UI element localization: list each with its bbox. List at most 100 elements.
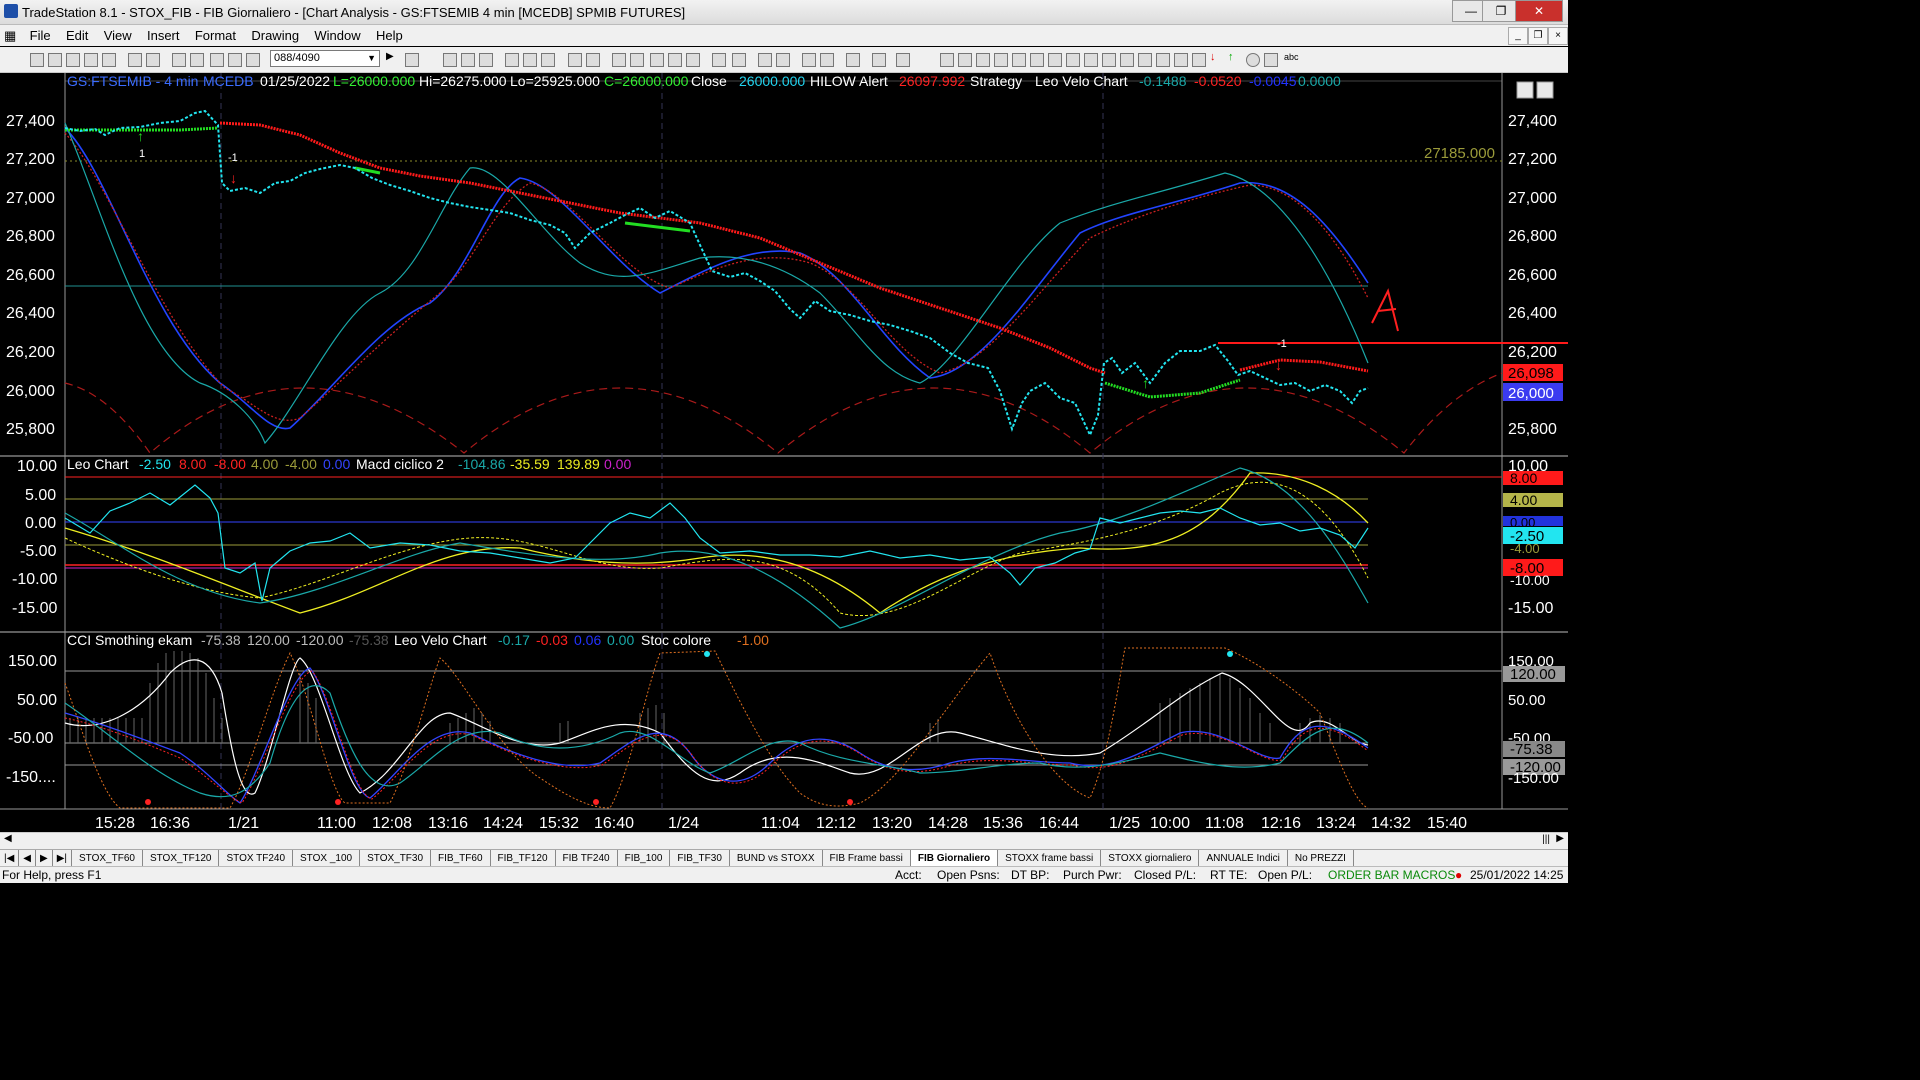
pencil-icon[interactable] (1174, 53, 1188, 67)
tab-no-prezzi[interactable]: No PREZZI (1288, 850, 1354, 867)
line-chart-icon[interactable] (686, 53, 700, 67)
tab-stox-100[interactable]: STOX _100 (293, 850, 361, 867)
open-icon[interactable] (48, 53, 62, 67)
ellipse-icon[interactable] (1246, 53, 1260, 67)
candle-icon[interactable] (668, 53, 682, 67)
text-icon[interactable]: abc (1284, 52, 1299, 64)
order-icon[interactable] (872, 53, 886, 67)
mdi-restore-button[interactable]: ❐ (1528, 27, 1548, 45)
globe-icon[interactable] (246, 53, 260, 67)
chart-restore-button[interactable] (1536, 81, 1554, 99)
menu-view[interactable]: View (98, 25, 138, 46)
status-macros[interactable]: ORDER BAR MACROS (1328, 868, 1455, 882)
help-icon[interactable] (896, 53, 910, 67)
tab-stox-tf30[interactable]: STOX_TF30 (360, 850, 432, 867)
cycle-icon[interactable] (1156, 53, 1170, 67)
mdi-minimize-button[interactable]: _ (1508, 27, 1528, 45)
scroll-left-icon[interactable]: ◀ (4, 833, 12, 844)
lock-icon[interactable] (210, 53, 224, 67)
rectangle-icon[interactable] (1264, 53, 1278, 67)
insert-icon[interactable] (541, 53, 555, 67)
tab-fib-frame-bassi[interactable]: FIB Frame bassi (823, 850, 911, 867)
tab-fib-tf120[interactable]: FIB_TF120 (491, 850, 556, 867)
gann-icon[interactable] (1030, 53, 1044, 67)
symbol-combo[interactable]: 088/4090 ▼ (270, 50, 380, 67)
strategy-icon[interactable] (523, 53, 537, 67)
chart-analysis-icon[interactable] (443, 53, 457, 67)
print2-icon[interactable] (228, 53, 242, 67)
window-icon[interactable] (586, 53, 600, 67)
zoom-in-icon[interactable] (758, 53, 772, 67)
save-icon[interactable] (84, 53, 98, 67)
scroll-thumb[interactable]: ||| (1542, 834, 1550, 845)
chart-minimize-button[interactable] (1516, 81, 1534, 99)
horizontal-scrollbar[interactable]: ◀ ||| ▶ (0, 832, 1568, 850)
arrow-down-icon[interactable]: ↓ (1210, 51, 1222, 63)
scan-icon[interactable] (612, 53, 626, 67)
menu-window[interactable]: Window (308, 25, 366, 46)
open-workspace-icon[interactable] (66, 53, 80, 67)
radar-icon[interactable] (479, 53, 493, 67)
print-preview-icon[interactable] (146, 53, 160, 67)
menu-edit[interactable]: Edit (60, 25, 94, 46)
chart-area[interactable]: GS:FTSEMIB - 4 min MCEDB 01/25/2022 L=26… (0, 73, 1568, 832)
trendline-icon[interactable] (940, 53, 954, 67)
tab-nav-last-icon[interactable]: ▶| (53, 850, 72, 867)
menu-insert[interactable]: Insert (141, 25, 186, 46)
tab-fib-giornaliero[interactable]: FIB Giornaliero (910, 850, 999, 867)
tab-nav-next-icon[interactable]: ▶ (36, 850, 53, 867)
tab-fib-tf30[interactable]: FIB_TF30 (670, 850, 730, 867)
tab-stoxx-frame-bassi[interactable]: STOXX frame bassi (998, 850, 1102, 867)
tile-icon[interactable] (190, 53, 204, 67)
menu-help[interactable]: Help (370, 25, 409, 46)
menu-format[interactable]: Format (189, 25, 242, 46)
tab-fib-tf240[interactable]: FIB TF240 (556, 850, 618, 867)
menu-drawing[interactable]: Drawing (245, 25, 305, 46)
new-icon[interactable] (30, 53, 44, 67)
arrow-up-icon[interactable]: ↑ (1228, 51, 1240, 63)
pitchfork-icon[interactable] (1048, 53, 1062, 67)
close-button[interactable]: ✕ (1515, 0, 1563, 22)
arc-icon[interactable] (1138, 53, 1152, 67)
channel-icon[interactable] (994, 53, 1008, 67)
vline-icon[interactable] (976, 53, 990, 67)
find-icon[interactable] (405, 53, 419, 67)
arrow-lr-icon[interactable] (1102, 53, 1116, 67)
mdi-close-button[interactable]: × (1548, 27, 1568, 45)
menu-file[interactable]: File (24, 25, 57, 46)
tab-stox-tf120[interactable]: STOX_TF120 (143, 850, 220, 867)
data-icon[interactable] (630, 53, 644, 67)
bar-chart-icon[interactable] (650, 53, 664, 67)
print-icon[interactable] (128, 53, 142, 67)
chart-doc-icon[interactable]: ▦ (0, 26, 20, 46)
fib-icon[interactable] (1012, 53, 1026, 67)
curve-icon[interactable] (1192, 53, 1206, 67)
format-icon[interactable] (568, 53, 582, 67)
tab-nav-prev-icon[interactable]: ◀ (19, 850, 36, 867)
play-icon[interactable]: ▶ (386, 51, 398, 63)
tab-bund-vs-stoxx[interactable]: BUND vs STOXX (730, 850, 823, 867)
save-all-icon[interactable] (102, 53, 116, 67)
pointer-icon[interactable] (802, 53, 816, 67)
zoom-out-icon[interactable] (776, 53, 790, 67)
time-axis-label: 13:20 (872, 815, 912, 832)
speedline-icon[interactable] (1066, 53, 1080, 67)
tab-fib-tf60[interactable]: FIB_TF60 (431, 850, 491, 867)
tab-stoxx-giornaliero[interactable]: STOXX giornaliero (1101, 850, 1200, 867)
scroll-right-icon[interactable]: ▶ (1556, 833, 1564, 844)
hline-icon[interactable] (958, 53, 972, 67)
zoom-expand-icon[interactable] (712, 53, 726, 67)
regression-icon[interactable] (1084, 53, 1098, 67)
tools-icon[interactable] (846, 53, 860, 67)
tab-fib-100[interactable]: FIB_100 (618, 850, 671, 867)
tab-stox-tf240[interactable]: STOX TF240 (219, 850, 294, 867)
matrix-icon[interactable] (461, 53, 475, 67)
indicator-icon[interactable] (505, 53, 519, 67)
cascade-icon[interactable] (172, 53, 186, 67)
tab-stox-tf60[interactable]: STOX_TF60 (72, 850, 143, 867)
ruler-icon[interactable] (1120, 53, 1134, 67)
tab-annuale-indici[interactable]: ANNUALE Indici (1199, 850, 1288, 867)
tab-nav-first-icon[interactable]: |◀ (0, 850, 20, 867)
crosshair-icon[interactable] (820, 53, 834, 67)
zoom-compress-icon[interactable] (732, 53, 746, 67)
